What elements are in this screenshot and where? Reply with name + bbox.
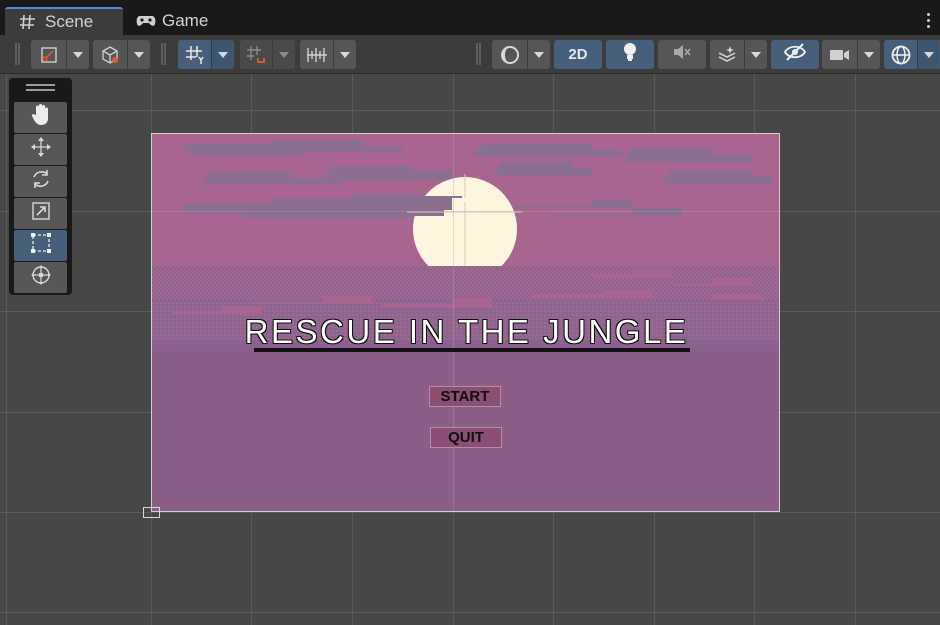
tab-game-label: Game xyxy=(162,11,209,30)
scale-tool-button[interactable] xyxy=(14,198,67,229)
chevron-down-icon[interactable] xyxy=(857,40,879,69)
draw-mode-dropdown[interactable] xyxy=(492,40,550,69)
grid-toggle-icon xyxy=(178,40,211,69)
rotate-tool-button[interactable] xyxy=(14,166,67,197)
rotate-icon xyxy=(30,168,52,195)
title-underline xyxy=(254,348,690,352)
audio-toggle-button[interactable] xyxy=(658,40,706,69)
rect-context-icon xyxy=(31,40,66,69)
chevron-down-icon[interactable] xyxy=(211,40,233,69)
rect-transform-handle[interactable] xyxy=(143,507,160,518)
rect-transform-icon xyxy=(29,231,53,260)
horizon-band xyxy=(152,266,779,300)
tool-palette xyxy=(9,78,72,295)
scale-icon xyxy=(30,200,52,227)
palette-drag-handle[interactable] xyxy=(26,84,55,98)
hand-icon xyxy=(30,103,52,132)
grid-visibility-dropdown[interactable] xyxy=(178,40,234,69)
game-canvas[interactable]: RESCUE IN THE JUNGLE START QUIT xyxy=(151,133,780,512)
ruler-ticks-icon xyxy=(300,40,333,69)
chevron-down-icon[interactable] xyxy=(917,40,939,69)
component-tools-dropdown[interactable] xyxy=(93,40,150,69)
cube-icon xyxy=(93,40,127,69)
tool-context-dropdown[interactable] xyxy=(31,40,89,69)
chevron-down-icon[interactable] xyxy=(272,40,294,69)
move-arrows-icon xyxy=(30,136,52,163)
start-button[interactable]: START xyxy=(429,386,501,407)
scene-toolbar: 2D xyxy=(0,35,940,74)
chevron-down-icon[interactable] xyxy=(527,40,549,69)
more-options-icon[interactable] xyxy=(927,13,931,29)
game-title: RESCUE IN THE JUNGLE xyxy=(244,313,689,351)
camera-icon xyxy=(822,40,857,69)
quit-button[interactable]: QUIT xyxy=(430,427,502,448)
gamepad-icon xyxy=(136,13,156,29)
view-tab-bar: Scene Game xyxy=(0,0,940,35)
speaker-muted-icon xyxy=(672,43,692,66)
effects-dropdown[interactable] xyxy=(710,40,767,69)
toolbar-grip-2[interactable] xyxy=(161,43,166,65)
transform-icon xyxy=(29,263,53,292)
eye-slash-icon xyxy=(783,42,807,67)
gizmos-dropdown[interactable] xyxy=(884,40,940,69)
transform-tool-button[interactable] xyxy=(14,262,67,293)
tab-scene[interactable]: Scene xyxy=(5,7,123,35)
chevron-down-icon[interactable] xyxy=(333,40,355,69)
grid-hash-icon xyxy=(19,14,39,30)
snap-magnet-icon xyxy=(240,40,272,69)
toolbar-grip-3[interactable] xyxy=(476,43,481,65)
tab-strip-background xyxy=(0,0,940,7)
chevron-down-icon[interactable] xyxy=(744,40,766,69)
hand-tool-button[interactable] xyxy=(14,102,67,133)
effects-layers-icon xyxy=(710,40,744,69)
grid-snapping-dropdown[interactable] xyxy=(240,40,295,69)
scene-visibility-button[interactable] xyxy=(771,40,819,69)
camera-dropdown[interactable] xyxy=(822,40,880,69)
increment-snapping-dropdown[interactable] xyxy=(300,40,356,69)
2d-mode-button[interactable]: 2D xyxy=(554,40,602,69)
lightbulb-icon xyxy=(622,42,638,67)
toolbar-grip-left[interactable] xyxy=(15,43,20,65)
chevron-down-icon[interactable] xyxy=(127,40,149,69)
lighting-toggle-button[interactable] xyxy=(606,40,654,69)
chevron-down-icon[interactable] xyxy=(66,40,88,69)
shaded-sphere-icon xyxy=(492,40,527,69)
tab-game[interactable]: Game xyxy=(130,7,240,35)
move-tool-button[interactable] xyxy=(14,134,67,165)
gizmo-globe-icon xyxy=(884,40,917,69)
rect-tool-button[interactable] xyxy=(14,230,67,261)
tab-scene-label: Scene xyxy=(45,12,94,31)
